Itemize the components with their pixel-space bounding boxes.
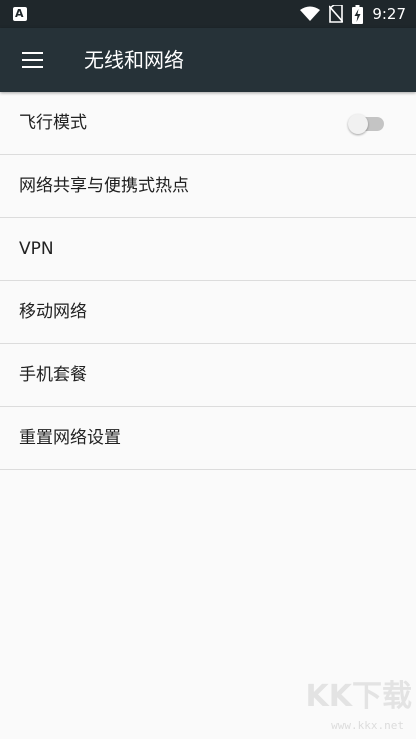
toggle-thumb [348, 114, 368, 134]
status-time: 9:27 [372, 5, 406, 23]
menu-icon[interactable] [12, 40, 52, 80]
setting-label: 移动网络 [19, 302, 87, 322]
battery-charging-icon [352, 4, 364, 24]
setting-label: VPN [19, 239, 54, 259]
status-icons: 9:27 [300, 4, 406, 24]
menu-icon-line [22, 59, 43, 61]
page-title: 无线和网络 [84, 48, 184, 72]
setting-label: 手机套餐 [19, 365, 87, 385]
menu-icon-line [22, 66, 43, 68]
menu-icon-line [22, 52, 43, 54]
setting-label: 网络共享与便携式热点 [19, 176, 189, 196]
setting-data-plan[interactable]: 手机套餐 [0, 344, 416, 407]
setting-reset-network[interactable]: 重置网络设置 [0, 407, 416, 470]
setting-label: 重置网络设置 [19, 428, 121, 448]
setting-tethering-hotspot[interactable]: 网络共享与便携式热点 [0, 155, 416, 218]
watermark-url: www.kkx.net [331, 719, 404, 732]
setting-mobile-network[interactable]: 移动网络 [0, 281, 416, 344]
watermark-logo: KK下载 [305, 679, 413, 714]
app-bar: 无线和网络 [0, 28, 416, 92]
wifi-icon [300, 6, 321, 21]
setting-airplane-mode[interactable]: 飞行模式 [0, 92, 416, 155]
watermark: KK下载 www.kkx.net [292, 677, 413, 737]
notification-icon [13, 7, 27, 21]
setting-vpn[interactable]: VPN [0, 218, 416, 281]
no-sim-icon [329, 5, 344, 23]
setting-label: 飞行模式 [19, 113, 87, 133]
airplane-mode-toggle[interactable] [348, 114, 386, 134]
status-bar: 9:27 [0, 0, 416, 28]
settings-list: 飞行模式 网络共享与便携式热点 VPN 移动网络 手机套餐 重置网络设置 [0, 92, 416, 470]
